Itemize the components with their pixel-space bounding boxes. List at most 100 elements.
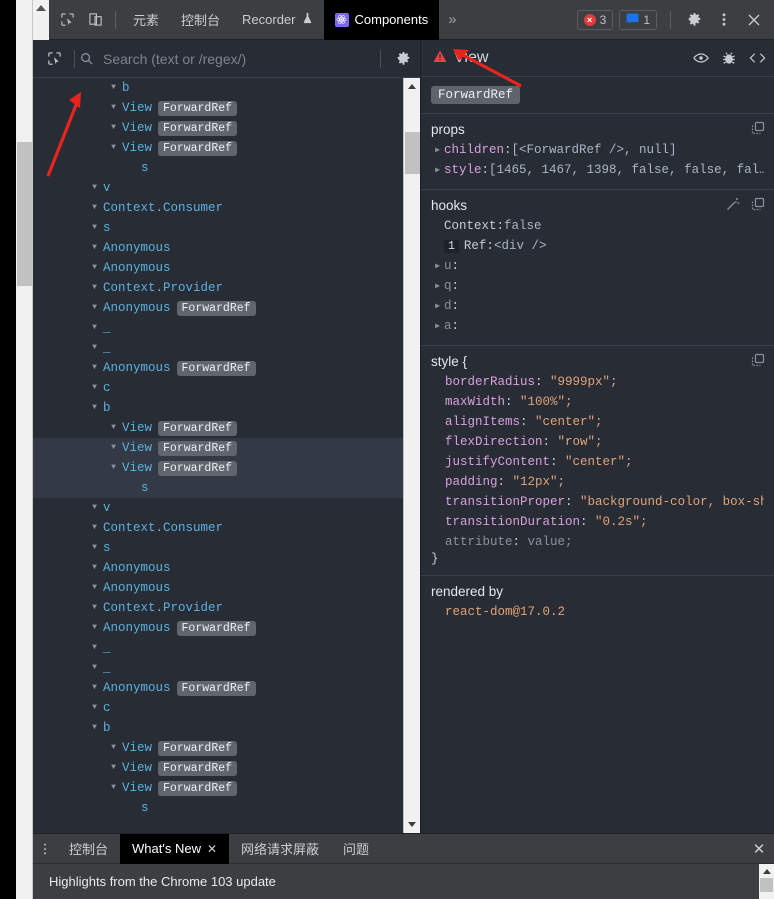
tree-row[interactable]: ▼ v (33, 498, 403, 518)
chevron-right-icon[interactable]: ▶ (431, 261, 444, 271)
style-declaration[interactable]: transitionProper: "background-color, box… (431, 492, 764, 512)
tree-row[interactable]: ▼s (33, 218, 403, 238)
chevron-down-icon[interactable]: ▼ (89, 544, 100, 552)
tree-row[interactable]: ▼ c (33, 378, 403, 398)
browser-scrollbar-thumb[interactable] (17, 142, 32, 286)
tree-row[interactable]: ▼ Anonymous (33, 558, 403, 578)
tree-row[interactable]: ▼ b (33, 398, 403, 418)
tree-scrollbar[interactable] (403, 78, 420, 833)
style-declaration[interactable]: attribute: value; (431, 532, 764, 552)
style-declaration[interactable]: alignItems: "center"; (431, 412, 764, 432)
tree-row[interactable]: ▼ View ForwardRef (33, 418, 403, 438)
tree-row[interactable]: ▼ Anonymous ForwardRef (33, 358, 403, 378)
chevron-down-icon[interactable]: ▼ (89, 604, 100, 612)
chevron-down-icon[interactable]: ▼ (108, 464, 119, 472)
style-declaration[interactable]: padding: "12px"; (431, 472, 764, 492)
chevron-down-icon[interactable]: ▼ (89, 524, 100, 532)
prop-value[interactable]: [1465, 1467, 1398, false, false, fal… (489, 163, 764, 177)
tree-row[interactable]: ▼ c (33, 698, 403, 718)
tree-row[interactable]: ▼ Anonymous ForwardRef (33, 618, 403, 638)
chevron-down-icon[interactable]: ▼ (89, 724, 100, 732)
style-value[interactable]: "0.2s"; (595, 515, 648, 529)
hook-row[interactable]: ▶ u: (431, 256, 764, 276)
hook-row[interactable]: ▶Context: false (431, 216, 764, 236)
tab-recorder[interactable]: Recorder (231, 0, 323, 40)
search-input[interactable] (93, 50, 375, 67)
tree-row[interactable]: ▼ View ForwardRef (33, 738, 403, 758)
tree-row[interactable]: ▼ View ForwardRef (33, 118, 403, 138)
tab-console[interactable]: 控制台 (170, 0, 231, 40)
copy-icon[interactable] (751, 197, 765, 211)
chevron-down-icon[interactable]: ▼ (89, 224, 100, 232)
style-value[interactable]: "100%"; (520, 395, 573, 409)
tree-row[interactable]: ▼ _ (33, 658, 403, 678)
tree-row[interactable]: ▼ View ForwardRef (33, 778, 403, 798)
hook-row[interactable]: ▶ d: (431, 296, 764, 316)
chevron-down-icon[interactable]: ▼ (108, 124, 119, 132)
copy-icon[interactable] (751, 353, 765, 367)
message-count-badge[interactable]: 1 (619, 9, 657, 30)
tree-row[interactable]: ▼ Context.Provider (33, 278, 403, 298)
style-value[interactable]: "row"; (558, 435, 603, 449)
drawer-tab-whats-new[interactable]: What's New ✕ (120, 833, 230, 864)
chevron-down-icon[interactable]: ▼ (108, 104, 119, 112)
chevron-down-icon[interactable]: ▼ (108, 424, 119, 432)
chevron-down-icon[interactable]: ▼ (89, 184, 100, 192)
style-value[interactable]: value; (528, 535, 573, 549)
prop-row[interactable]: ▶ style: [1465, 1467, 1398, false, false,… (431, 160, 764, 180)
tree-row[interactable]: ▼s (33, 538, 403, 558)
style-value[interactable]: "background-color, box-sha; (580, 495, 764, 509)
hook-value[interactable]: false (504, 219, 542, 233)
chevron-down-icon[interactable]: ▼ (89, 384, 100, 392)
chevron-right-icon[interactable]: ▶ (431, 145, 444, 155)
chevron-right-icon[interactable]: ▶ (431, 321, 444, 331)
chevron-down-icon[interactable]: ▼ (89, 564, 100, 572)
tree-row[interactable]: ▼ _ (33, 638, 403, 658)
style-declaration[interactable]: transitionDuration: "0.2s"; (431, 512, 764, 532)
tree-row[interactable]: ▼ Anonymous ForwardRef (33, 298, 403, 318)
eye-icon[interactable] (693, 52, 709, 64)
scroll-up-button[interactable] (404, 78, 421, 95)
style-value[interactable]: "12px"; (513, 475, 566, 489)
style-declaration[interactable]: borderRadius: "9999px"; (431, 372, 764, 392)
gear-icon[interactable] (386, 45, 420, 73)
tree-row[interactable]: ▼ Anonymous (33, 578, 403, 598)
tree-row[interactable]: ▼ _ (33, 338, 403, 358)
chevron-right-icon[interactable]: ▶ (431, 165, 444, 175)
tab-components[interactable]: Components (323, 0, 440, 40)
close-icon[interactable]: ✕ (207, 842, 217, 856)
hook-row[interactable]: ▶1 Ref: <div /> (431, 236, 764, 256)
chevron-down-icon[interactable]: ▼ (89, 584, 100, 592)
chevron-down-icon[interactable]: ▼ (89, 644, 100, 652)
scrollbar-thumb[interactable] (760, 878, 773, 892)
more-vertical-icon[interactable] (710, 6, 738, 34)
chevron-down-icon[interactable]: ▼ (89, 284, 100, 292)
gear-icon[interactable] (680, 6, 708, 34)
drawer-scrollbar[interactable] (759, 864, 774, 899)
scrollbar-thumb[interactable] (404, 132, 420, 174)
scroll-up-button[interactable] (759, 864, 774, 878)
style-value[interactable]: "9999px"; (550, 375, 618, 389)
tree-row[interactable]: ▼s (33, 478, 403, 498)
hook-row[interactable]: ▶ q: (431, 276, 764, 296)
chevron-down-icon[interactable]: ▼ (108, 84, 119, 92)
scrollbar-track[interactable] (404, 95, 421, 816)
tree-row[interactable]: ▼ Anonymous ForwardRef (33, 678, 403, 698)
chevron-down-icon[interactable]: ▼ (89, 344, 100, 352)
bug-icon[interactable] (722, 51, 736, 65)
chevron-down-icon[interactable]: ▼ (89, 704, 100, 712)
select-element-icon[interactable] (39, 45, 69, 73)
style-declaration[interactable]: flexDirection: "row"; (431, 432, 764, 452)
chevron-down-icon[interactable]: ▼ (89, 684, 100, 692)
chevron-right-icon[interactable]: ▶ (431, 301, 444, 311)
chevron-down-icon[interactable]: ▼ (89, 504, 100, 512)
tree-row[interactable]: ▼ View ForwardRef (33, 458, 403, 478)
inspect-element-icon[interactable] (53, 6, 81, 34)
close-icon[interactable] (740, 6, 768, 34)
chevron-down-icon[interactable]: ▼ (89, 304, 100, 312)
chevron-down-icon[interactable]: ▼ (108, 744, 119, 752)
tree-row[interactable]: ▼ b (33, 78, 403, 98)
style-value[interactable]: "center"; (565, 455, 633, 469)
drawer-tab-issues[interactable]: 问题 (331, 834, 381, 864)
hook-row[interactable]: ▶ a: (431, 316, 764, 336)
